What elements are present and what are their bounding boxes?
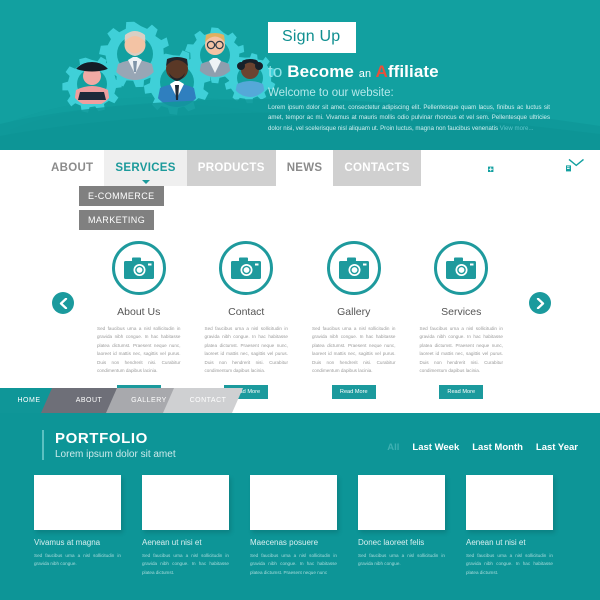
service-card[interactable]: About Us Sed faucibus urna a nisl sollic… bbox=[85, 241, 193, 399]
nav-label: PRODUCTS bbox=[197, 162, 265, 174]
portfolio-subtitle: Lorem ipsum dolor sit amet bbox=[55, 449, 176, 460]
card-title: Services bbox=[441, 306, 482, 318]
services-submenu: E-COMMERCE MARKETING bbox=[79, 186, 164, 234]
card-title: Gallery bbox=[337, 306, 371, 318]
submenu-item-ecommerce[interactable]: E-COMMERCE bbox=[79, 186, 164, 206]
cards-carousel: About Us Sed faucibus urna a nisl sollic… bbox=[85, 241, 515, 399]
portfolio-item[interactable]: Aenean ut nisi et Sed faucibus urna a ni… bbox=[466, 475, 574, 577]
portfolio-title: PORTFOLIO bbox=[55, 430, 148, 447]
chevron-right-icon bbox=[536, 297, 544, 309]
filter-all[interactable]: All bbox=[387, 442, 399, 453]
camera-icon bbox=[231, 257, 262, 279]
hero-headline: to Become an Affiliate bbox=[268, 62, 588, 82]
portfolio-item[interactable]: Aenean ut nisi et Sed faucibus urna a ni… bbox=[142, 475, 250, 577]
nav-item-about[interactable]: ABOUT bbox=[40, 150, 105, 186]
website-template-mockup: Sign Up to Become an Affiliate Welcome t… bbox=[0, 0, 600, 600]
nav-icon-group bbox=[488, 157, 584, 174]
portfolio-thumbnail[interactable] bbox=[142, 475, 229, 530]
hero-welcome-label: Welcome to our website: bbox=[268, 86, 394, 99]
portfolio-thumbnail[interactable] bbox=[358, 475, 445, 530]
card-body: Sed faucibus urna a nisl sollicitudin in… bbox=[204, 326, 289, 374]
headline-accent-letter: A bbox=[375, 61, 388, 81]
carousel-next-button[interactable] bbox=[529, 292, 551, 314]
headline-small: an bbox=[358, 67, 372, 80]
portfolio-item[interactable]: Vivamus at magna Sed faucibus urna a nis… bbox=[34, 475, 142, 577]
nav-item-news[interactable]: NEWS bbox=[275, 150, 334, 186]
portfolio-item-title: Maecenas posuere bbox=[250, 538, 319, 547]
headline-mid: Become bbox=[287, 61, 354, 81]
breadcrumb: HOME ABOUT GALLERY CONTACT bbox=[0, 388, 600, 413]
camera-icon bbox=[338, 257, 369, 279]
portfolio-heading: PORTFOLIO Lorem ipsum dolor sit amet bbox=[42, 430, 176, 460]
card-body: Sed faucibus urna a nisl sollicitudin in… bbox=[312, 326, 396, 374]
portfolio-item-desc: Sed faucibus urna a nisl sollicitudin in… bbox=[34, 553, 121, 567]
card-icon-circle bbox=[111, 241, 166, 295]
chevron-down-icon bbox=[141, 180, 150, 184]
chevron-left-icon bbox=[59, 297, 67, 309]
portfolio-section: PORTFOLIO Lorem ipsum dolor sit amet All… bbox=[0, 413, 600, 600]
hero-copy: Sign Up to Become an Affiliate Welcome t… bbox=[268, 22, 588, 135]
portfolio-item-title: Vivamus at magna bbox=[34, 538, 101, 547]
card-body: Sed faucibus urna a nisl sollicitudin in… bbox=[97, 326, 181, 374]
card-body: Sed faucibus urna a nisl sollicitudin in… bbox=[419, 326, 504, 374]
nav-label: NEWS bbox=[286, 162, 323, 174]
breadcrumb-item-about[interactable]: ABOUT bbox=[58, 388, 120, 413]
hero-paragraph: Lorem ipsum dolor sit amet, consectetur … bbox=[268, 103, 550, 135]
filter-last-week[interactable]: Last Week bbox=[412, 442, 459, 453]
card-icon-circle bbox=[326, 241, 381, 295]
heart-plus-icon[interactable] bbox=[488, 157, 505, 173]
headline-rest: ffiliate bbox=[387, 61, 439, 81]
breadcrumb-item-home[interactable]: HOME bbox=[0, 388, 58, 413]
portfolio-item[interactable]: Donec laoreet felis Sed faucibus urna a … bbox=[358, 475, 466, 577]
camera-icon bbox=[123, 257, 154, 279]
portfolio-filters: All Last Week Last Month Last Year bbox=[387, 442, 578, 453]
main-navigation: ABOUT SERVICES PRODUCTS NEWS CONTACTS bbox=[40, 150, 421, 186]
portfolio-grid: Vivamus at magna Sed faucibus urna a nis… bbox=[34, 475, 574, 577]
portfolio-item-desc: Sed faucibus urna a nisl sollicitudin in… bbox=[250, 553, 337, 575]
portfolio-item-desc: Sed faucibus urna a nisl sollicitudin in… bbox=[358, 553, 445, 567]
service-card[interactable]: Contact Sed faucibus urna a nisl sollici… bbox=[193, 241, 301, 399]
filter-last-year[interactable]: Last Year bbox=[536, 442, 578, 453]
card-title: About Us bbox=[117, 306, 161, 318]
camera-icon bbox=[446, 257, 477, 279]
view-more-link[interactable]: View more... bbox=[500, 125, 534, 132]
hero-section: Sign Up to Become an Affiliate Welcome t… bbox=[0, 0, 600, 150]
breadcrumb-item-gallery[interactable]: GALLERY bbox=[118, 388, 180, 413]
service-card[interactable]: Services Sed faucibus urna a nisl sollic… bbox=[408, 241, 516, 399]
portfolio-item[interactable]: Maecenas posuere Sed faucibus urna a nis… bbox=[250, 475, 358, 577]
portfolio-item-desc: Sed faucibus urna a nisl sollicitudin in… bbox=[142, 553, 229, 575]
submenu-item-marketing[interactable]: MARKETING bbox=[79, 210, 155, 230]
nav-label: SERVICES bbox=[115, 162, 176, 174]
portfolio-item-title: Donec laoreet felis bbox=[358, 538, 425, 547]
nav-label: ABOUT bbox=[51, 162, 94, 174]
portfolio-thumbnail[interactable] bbox=[466, 475, 553, 530]
card-icon-circle bbox=[219, 241, 274, 295]
portfolio-item-title: Aenean ut nisi et bbox=[466, 538, 526, 547]
mail-icon[interactable] bbox=[566, 157, 584, 172]
headline-lead: to bbox=[268, 61, 283, 81]
sign-up-button[interactable]: Sign Up bbox=[268, 22, 357, 53]
breadcrumb-item-contact[interactable]: CONTACT bbox=[177, 388, 239, 413]
portfolio-thumbnail[interactable] bbox=[34, 475, 121, 530]
service-card[interactable]: Gallery Sed faucibus urna a nisl sollici… bbox=[300, 241, 408, 399]
portfolio-item-desc: Sed faucibus urna a nisl sollicitudin in… bbox=[466, 553, 553, 575]
nav-item-contacts[interactable]: CONTACTS bbox=[333, 150, 421, 186]
nav-item-products[interactable]: PRODUCTS bbox=[186, 150, 276, 186]
card-title: Contact bbox=[228, 306, 265, 318]
card-icon-circle bbox=[434, 241, 489, 295]
portfolio-item-title: Aenean ut nisi et bbox=[142, 538, 202, 547]
search-icon[interactable] bbox=[527, 157, 544, 174]
nav-label: CONTACTS bbox=[344, 162, 410, 174]
portfolio-thumbnail[interactable] bbox=[250, 475, 337, 530]
filter-last-month[interactable]: Last Month bbox=[472, 442, 523, 453]
carousel-prev-button[interactable] bbox=[52, 292, 74, 314]
nav-item-services[interactable]: SERVICES bbox=[104, 150, 187, 186]
